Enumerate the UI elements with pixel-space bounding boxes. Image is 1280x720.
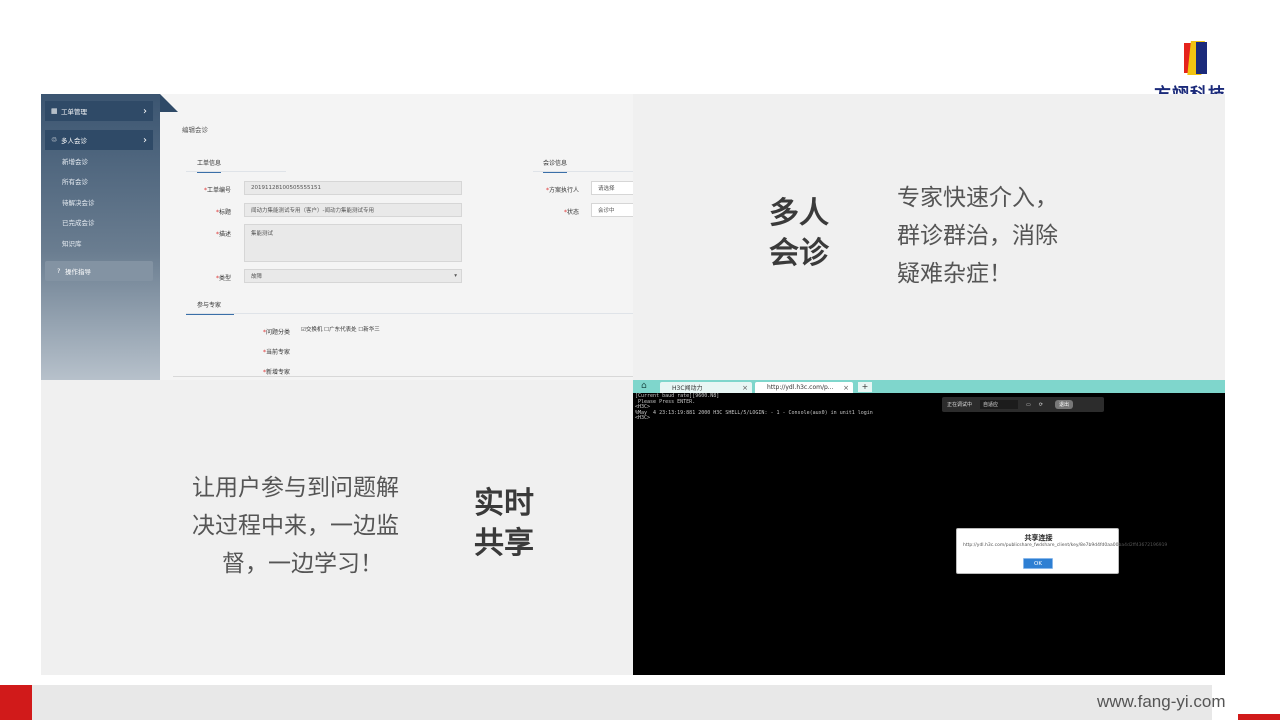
description-line: 决过程中来，一边监 — [192, 512, 399, 539]
description-line: 督，一边学习！ — [222, 550, 383, 577]
share-link-dialog: 共享连接 http://ydl.h3c.com/publicshare_fwds… — [956, 528, 1167, 574]
sidebar-subitem[interactable]: 已完成会诊 — [45, 212, 153, 232]
tab-label: http://ydl.h3c.com/p... — [767, 384, 834, 391]
share-url[interactable]: http://ydl.h3c.com/publicshare_fwdshare_… — [963, 543, 1167, 548]
browser-tab-active[interactable]: http://ydl.h3c.com/p... × — [755, 382, 853, 393]
label-type: *类型 — [215, 275, 231, 282]
browser-tab-bar: ⌂ H3C闻动力 × http://ydl.h3c.com/p... × + — [633, 380, 1225, 393]
label-current-experts: *当前专家 — [262, 349, 290, 356]
panel-heading: 实时 共享 — [474, 484, 534, 564]
sidebar-subitem[interactable]: 所有会诊 — [45, 171, 153, 191]
browser-tab[interactable]: H3C闻动力 × — [660, 382, 752, 393]
tab-consult-info[interactable]: 会诊信息 — [543, 158, 568, 173]
sidebar-item-workorder[interactable]: ▦ 工单管理 › — [45, 101, 153, 121]
label-new-experts: *新增专家 — [262, 369, 290, 376]
footer-website[interactable]: www.fang-yi.com — [1097, 692, 1225, 712]
help-icon: ? — [57, 267, 61, 275]
label-category: *问题分类 — [262, 329, 290, 336]
workorder-no-field[interactable]: 20191128100505555151 — [244, 181, 462, 195]
dialog-title: 共享连接 — [1024, 534, 1053, 542]
divider — [186, 313, 633, 314]
sync-icon[interactable]: ⟳ — [1039, 402, 1043, 408]
status-select[interactable]: 会诊中 — [591, 203, 633, 217]
tab-label: H3C闻动力 — [672, 385, 703, 392]
new-tab-icon[interactable]: + — [858, 382, 872, 392]
sidebar-item-label: 操作指导 — [65, 268, 91, 276]
terminal-output[interactable]: [Current baud rate][9600.N8] Please Pres… — [635, 393, 873, 422]
heading-line: 实时 — [474, 486, 534, 521]
sidebar-item-guide[interactable]: ? 操作指导 — [45, 261, 153, 281]
chevron-down-icon: ▾ — [454, 273, 457, 279]
executor-select[interactable]: 请选择 — [591, 181, 633, 195]
sidebar: ▦ 工单管理 › ♲ 多人会诊 › 新增会诊 所有会诊 待解决会诊 已完成会诊 … — [41, 94, 160, 380]
type-select[interactable]: 故障 ▾ — [244, 269, 462, 283]
label-description: *描述 — [215, 231, 231, 238]
share-control-bar: 正在调试中 自适应 ▭ ⟳ 退出 — [942, 397, 1104, 412]
description-line: 专家快速介入， — [897, 185, 1058, 211]
sidebar-item-consult[interactable]: ♲ 多人会诊 › — [45, 130, 153, 150]
consult-edit-form: 编辑会诊 工单信息 会诊信息 *工单编号 2019112810050555515… — [169, 94, 633, 380]
form-title: 编辑会诊 — [182, 126, 208, 134]
tab-workorder-info[interactable]: 工单信息 — [197, 158, 222, 173]
sidebar-subitem[interactable]: 新增会诊 — [45, 151, 153, 171]
label-executor: *方案执行人 — [545, 187, 579, 194]
multi-expert-panel: 多人 会诊 专家快速介入， 群诊群治，消除 疑难杂症！ — [633, 94, 1225, 380]
label-workorder-no: *工单编号 — [203, 187, 231, 194]
footer-accent-right — [1238, 714, 1280, 720]
slide: 方翊科技 ▦ 工单管理 › ♲ 多人会诊 › 新增会诊 所有会诊 待解决会诊 已… — [0, 0, 1280, 720]
logo-mark-icon — [1184, 41, 1207, 75]
close-icon[interactable]: × — [843, 384, 849, 392]
chevron-right-icon: › — [143, 134, 147, 146]
sidebar-subitem[interactable]: 待解决会诊 — [45, 192, 153, 212]
exit-button[interactable]: 退出 — [1054, 400, 1073, 409]
calendar-icon: ▦ — [51, 107, 58, 115]
users-icon: ♲ — [51, 136, 58, 144]
ok-button[interactable]: OK — [1023, 558, 1053, 569]
footer-bar — [32, 685, 1212, 720]
divider — [173, 376, 633, 377]
description-line: 群诊群治，消除 — [897, 222, 1058, 249]
realtime-share-panel: 让用户参与到问题解 决过程中来，一边监 督，一边学习！ 实时 共享 — [41, 380, 633, 675]
label-status: *状态 — [563, 209, 579, 216]
chevron-right-icon: › — [143, 105, 147, 117]
description-field[interactable]: 集能测试 — [244, 224, 462, 262]
panel-description: 让用户参与到问题解 决过程中来，一边监 督，一边学习！ — [192, 470, 399, 584]
zoom-select[interactable]: 自适应 — [980, 400, 1019, 409]
share-status: 正在调试中 — [947, 402, 973, 408]
category-checkboxes[interactable]: ☑交换机 ☐广东代表处 ☐新华三 — [301, 325, 380, 333]
home-icon[interactable]: ⌂ — [641, 381, 647, 391]
label-title: *标题 — [215, 209, 231, 216]
heading-line: 多人 — [769, 196, 829, 231]
heading-line: 共享 — [474, 525, 534, 561]
title-field[interactable]: 闻动力集能测试专用（客户）-闻动力集能测试专用 — [244, 203, 462, 217]
monitor-icon[interactable]: ▭ — [1026, 402, 1031, 408]
panel-heading: 多人 会诊 — [769, 194, 829, 274]
description-line: 疑难杂症！ — [897, 260, 1012, 287]
tab-experts[interactable]: 参与专家 — [186, 300, 235, 315]
panel-description: 专家快速介入， 群诊群治，消除 疑难杂症！ — [897, 180, 1058, 294]
sidebar-subitem[interactable]: 知识库 — [45, 233, 153, 253]
company-logo: 方翊科技 — [1150, 38, 1240, 105]
footer-accent-left — [0, 685, 32, 720]
consult-form-screenshot: ▦ 工单管理 › ♲ 多人会诊 › 新增会诊 所有会诊 待解决会诊 已完成会诊 … — [41, 94, 633, 380]
close-icon[interactable]: × — [742, 384, 748, 392]
sidebar-item-label: 多人会诊 — [61, 137, 87, 145]
terminal-share-screenshot: ⌂ H3C闻动力 × http://ydl.h3c.com/p... × + [… — [633, 380, 1225, 675]
description-line: 让用户参与到问题解 — [192, 475, 399, 501]
sidebar-item-label: 工单管理 — [61, 108, 87, 116]
heading-line: 会诊 — [769, 235, 829, 271]
type-select-value: 故障 — [251, 274, 263, 280]
